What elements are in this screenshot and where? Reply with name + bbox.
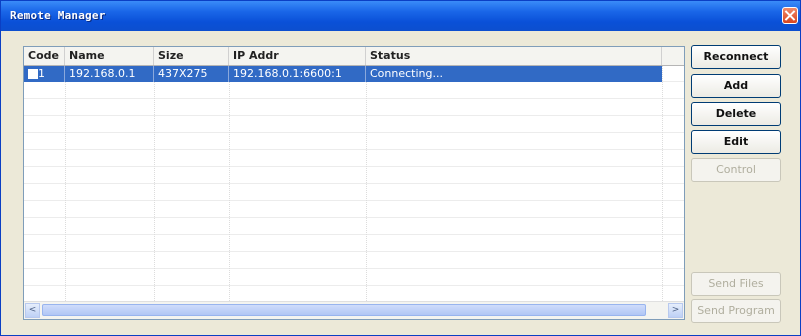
device-list[interactable]: Code Name Size IP Addr Status 1 192.168.… <box>23 46 685 320</box>
send-program-button[interactable]: Send Program <box>691 299 781 323</box>
column-header-name[interactable]: Name <box>65 47 154 65</box>
title-bar[interactable]: Remote Manager <box>1 1 800 31</box>
add-button[interactable]: Add <box>691 74 781 98</box>
list-header: Code Name Size IP Addr Status <box>24 47 684 66</box>
cell-code: 1 <box>24 66 65 82</box>
control-button[interactable]: Control <box>691 158 781 182</box>
scroll-left-button[interactable]: < <box>25 303 40 318</box>
cell-ip-addr: 192.168.0.1:6600:1 <box>229 66 366 82</box>
column-header-ip-addr[interactable]: IP Addr <box>229 47 366 65</box>
horizontal-scrollbar[interactable]: < > <box>24 301 684 319</box>
scroll-thumb[interactable] <box>42 304 646 316</box>
remote-manager-window: Remote Manager Code Name Size IP Addr St… <box>0 0 801 336</box>
reconnect-button[interactable]: Reconnect <box>691 45 781 69</box>
window-title: Remote Manager <box>10 9 106 22</box>
table-row[interactable]: 1 192.168.0.1 437X275 192.168.0.1:6600:1… <box>24 66 662 82</box>
row-checkbox[interactable] <box>28 69 38 79</box>
grid-lines <box>24 65 684 301</box>
column-header-status[interactable]: Status <box>366 47 662 65</box>
cell-name: 192.168.0.1 <box>65 66 154 82</box>
cell-status: Connecting... <box>370 67 443 80</box>
delete-button[interactable]: Delete <box>691 102 781 126</box>
scroll-right-button[interactable]: > <box>668 303 683 318</box>
column-header-code[interactable]: Code <box>24 47 65 65</box>
column-header-size[interactable]: Size <box>154 47 229 65</box>
close-icon[interactable] <box>782 7 798 24</box>
cell-size: 437X275 <box>154 66 229 82</box>
send-files-button[interactable]: Send Files <box>691 272 781 296</box>
edit-button[interactable]: Edit <box>691 130 781 154</box>
